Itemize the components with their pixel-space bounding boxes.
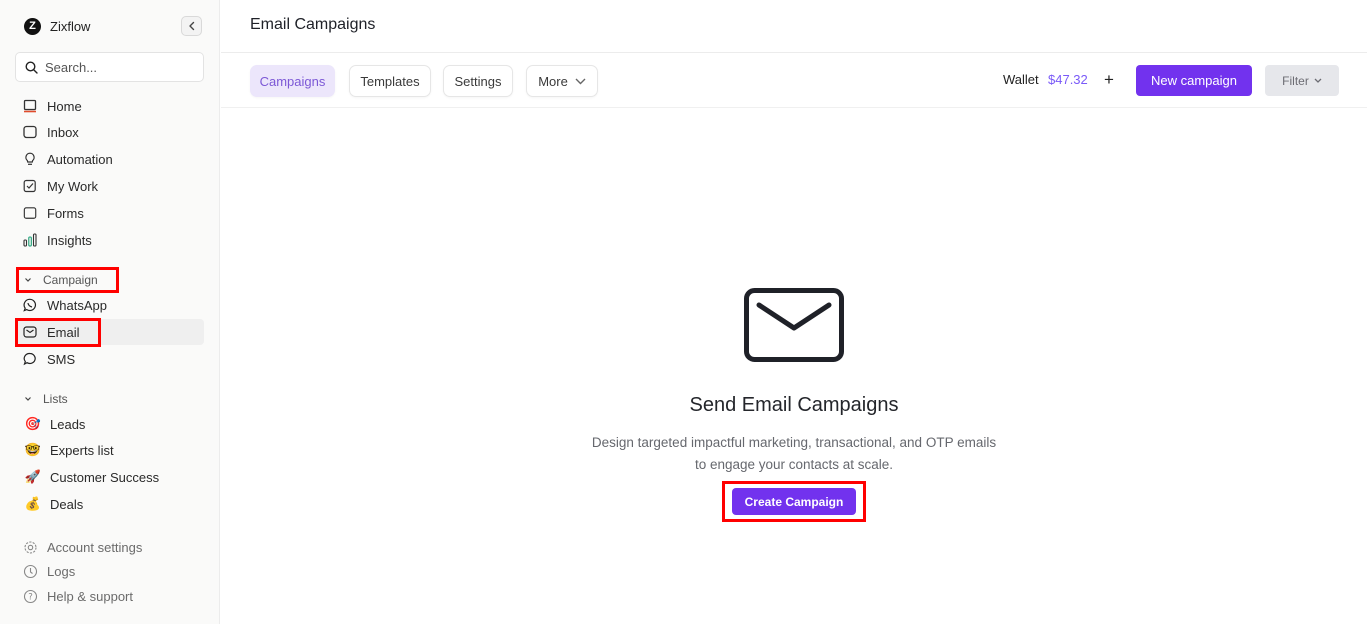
lists-section-toggle[interactable]: Lists	[24, 390, 68, 408]
zixflow-logo-icon: Z	[24, 17, 41, 35]
sidebar-item-label: Help & support	[47, 588, 133, 604]
create-campaign-button[interactable]: Create Campaign	[732, 488, 856, 515]
sidebar-item-automation[interactable]: Automation	[15, 146, 204, 172]
chevron-down-icon	[25, 397, 31, 401]
sidebar-item-forms[interactable]: Forms	[15, 200, 204, 226]
search-placeholder: Search...	[45, 59, 98, 75]
sidebar-item-sms[interactable]: SMS	[15, 346, 204, 372]
bar-chart-icon	[22, 232, 38, 248]
tab-settings[interactable]: Settings	[443, 65, 513, 97]
chat-bubble-icon	[22, 351, 38, 367]
sidebar-item-account-settings[interactable]: Account settings	[15, 534, 204, 560]
lightbulb-icon	[22, 151, 38, 167]
sidebar-item-leads[interactable]: 🎯 Leads	[15, 411, 204, 437]
section-label: Lists	[43, 392, 68, 406]
sidebar-item-customer-success[interactable]: 🚀 Customer Success	[15, 464, 204, 490]
sidebar-item-label: SMS	[47, 351, 76, 367]
filter-label: Filter	[1282, 73, 1309, 88]
target-emoji-icon: 🎯	[24, 416, 42, 431]
header-divider	[221, 52, 1367, 53]
sidebar: Z Zixflow Search... Home Inbox Automatio…	[0, 0, 220, 624]
sidebar-item-label: Experts list	[50, 442, 114, 458]
nerd-face-emoji-icon: 🤓	[24, 442, 42, 457]
brand[interactable]: Z Zixflow	[24, 16, 90, 36]
sidebar-item-deals[interactable]: 💰 Deals	[15, 491, 204, 517]
add-funds-button[interactable]: +	[1104, 70, 1114, 90]
search-input[interactable]: Search...	[15, 52, 204, 82]
svg-text:?: ?	[28, 592, 33, 602]
tab-more[interactable]: More	[526, 65, 598, 97]
empty-state-description-line2: to engage your contacts at scale.	[694, 457, 894, 472]
tab-campaigns[interactable]: Campaigns	[250, 65, 335, 97]
money-bag-emoji-icon: 💰	[24, 496, 42, 511]
sidebar-item-label: Inbox	[47, 124, 79, 140]
sidebar-item-home[interactable]: Home	[15, 93, 204, 119]
sidebar-item-help-support[interactable]: ? Help & support	[15, 583, 204, 609]
sidebar-item-label: Customer Success	[50, 469, 160, 485]
tab-more-label: More	[538, 73, 568, 89]
sidebar-item-experts-list[interactable]: 🤓 Experts list	[15, 437, 204, 463]
sidebar-item-my-work[interactable]: My Work	[15, 173, 204, 199]
toolbar-divider	[221, 107, 1367, 108]
home-icon	[22, 98, 38, 114]
sidebar-item-label: Insights	[47, 232, 92, 248]
inbox-icon	[22, 124, 38, 140]
empty-state-title: Send Email Campaigns	[689, 394, 899, 416]
workspace-name: Zixflow	[50, 18, 91, 34]
tab-templates[interactable]: Templates	[349, 65, 431, 97]
sidebar-item-label: Automation	[47, 151, 113, 167]
empty-state-description: Design targeted impactful marketing, tra…	[560, 432, 1028, 476]
sidebar-item-label: Home	[47, 98, 82, 114]
envelope-icon	[744, 288, 844, 362]
wallet-balance: $47.32	[1048, 72, 1088, 87]
collapse-sidebar-button[interactable]	[181, 16, 202, 36]
sidebar-item-label: Account settings	[47, 539, 143, 555]
filter-button[interactable]: Filter	[1265, 65, 1339, 96]
help-icon: ?	[22, 588, 38, 604]
chevron-down-icon	[1314, 78, 1322, 83]
highlight-box-email	[15, 318, 101, 347]
page-title: Email Campaigns	[250, 16, 376, 33]
highlight-box-campaign	[16, 267, 119, 293]
forms-icon	[22, 205, 38, 221]
sidebar-item-label: Logs	[47, 563, 76, 579]
whatsapp-icon	[22, 297, 38, 313]
gear-icon	[22, 539, 38, 555]
sidebar-item-logs[interactable]: Logs	[15, 558, 204, 584]
sidebar-item-label: WhatsApp	[47, 297, 107, 313]
sidebar-item-label: Forms	[47, 205, 84, 221]
search-icon	[25, 60, 38, 74]
chevron-down-icon	[575, 78, 586, 84]
chevron-left-icon	[188, 21, 194, 31]
wallet-label: Wallet	[1003, 72, 1039, 87]
sidebar-item-insights[interactable]: Insights	[15, 227, 204, 253]
sidebar-item-label: Leads	[50, 416, 86, 432]
sidebar-item-label: Deals	[50, 496, 84, 512]
sidebar-item-whatsapp[interactable]: WhatsApp	[15, 292, 204, 318]
logs-icon	[22, 563, 38, 579]
sidebar-item-inbox[interactable]: Inbox	[15, 119, 204, 145]
new-campaign-button[interactable]: New campaign	[1136, 65, 1252, 96]
empty-state-description-line1: Design targeted impactful marketing, tra…	[591, 435, 997, 450]
checklist-icon	[22, 178, 38, 194]
rocket-emoji-icon: 🚀	[24, 469, 42, 484]
sidebar-item-label: My Work	[47, 178, 99, 194]
